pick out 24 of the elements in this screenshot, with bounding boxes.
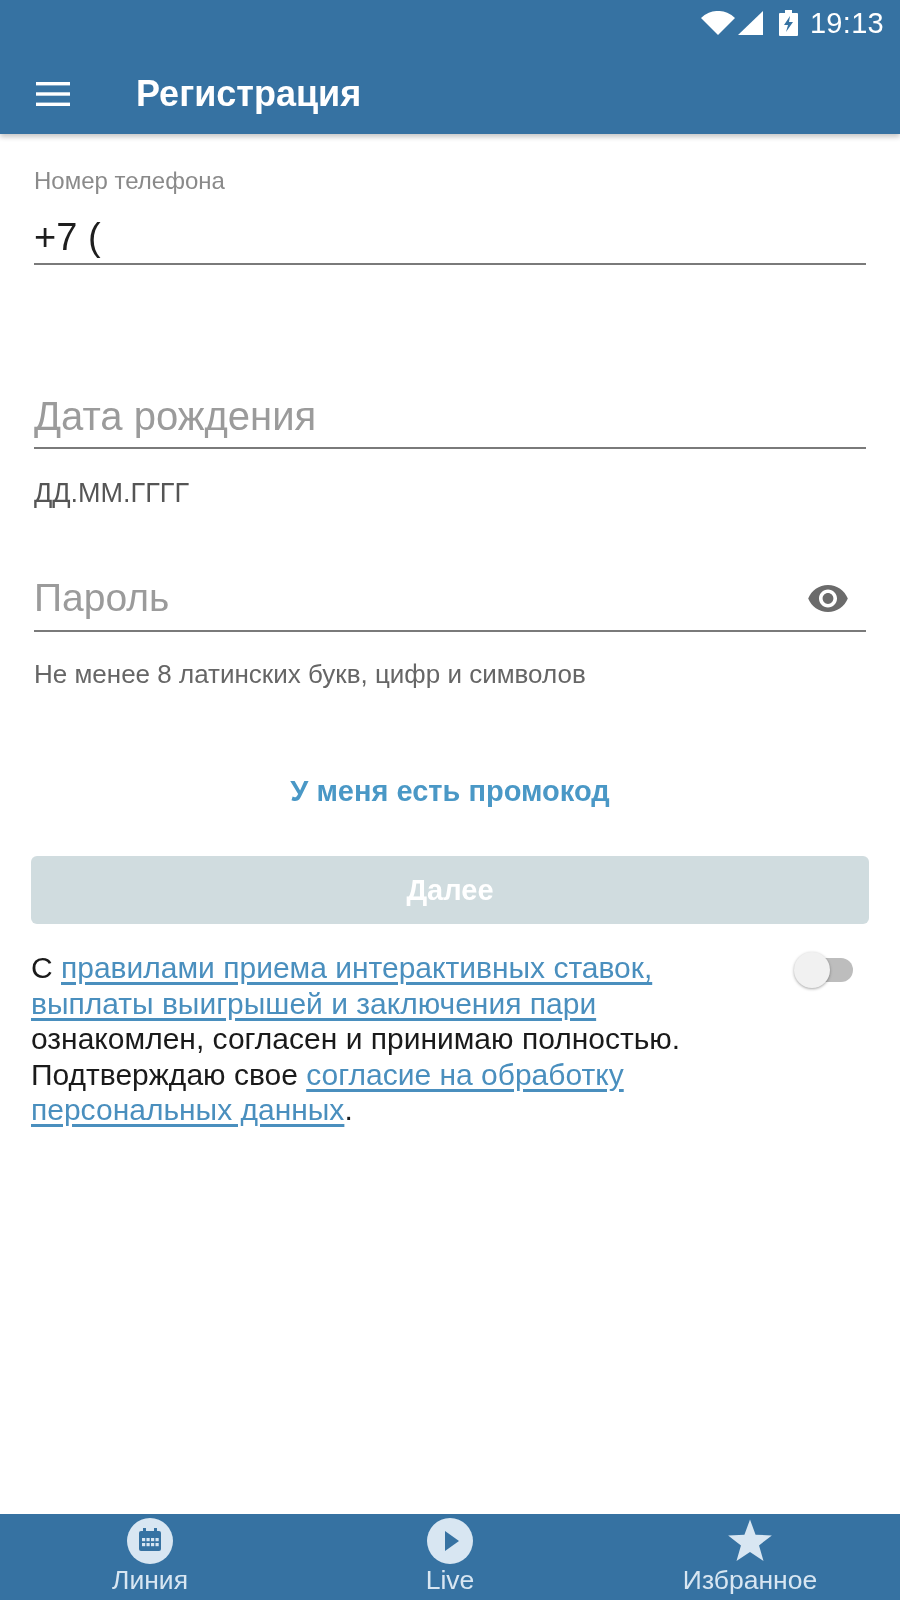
promo-code-link[interactable]: У меня есть промокод bbox=[290, 774, 610, 808]
phone-field[interactable]: +7 ( bbox=[34, 215, 866, 265]
calendar-icon bbox=[127, 1518, 173, 1564]
helper-text: ДД.ММ.ГГГГ bbox=[34, 478, 191, 508]
menu-icon[interactable] bbox=[36, 82, 70, 106]
agree-switch[interactable] bbox=[794, 952, 853, 988]
wifi-icon bbox=[700, 11, 735, 35]
field-label: Номер телефона bbox=[34, 167, 226, 195]
play-icon bbox=[427, 1518, 473, 1564]
eye-icon[interactable] bbox=[808, 585, 848, 612]
date-field[interactable]: Дата рождения bbox=[34, 393, 866, 449]
status-time: 19:13 bbox=[809, 7, 884, 39]
nav-item[interactable]: Избранное bbox=[682, 1514, 818, 1600]
terms-link[interactable]: согласие на обработку bbox=[306, 1057, 624, 1091]
helper-text: Не менее 8 латинских букв, цифр и символов bbox=[34, 659, 587, 689]
nav-item[interactable]: Линия bbox=[112, 1514, 188, 1600]
signal-icon bbox=[737, 11, 763, 35]
battery-icon bbox=[778, 10, 798, 36]
terms-text: С правилами приема интерактивных ставок, выплаты выигрышей и заключения пари ознакомлен, согласен и принимаю полностью. Подтверждаю свое согласие на обработку персональных данных. bbox=[31, 950, 682, 1128]
terms-link[interactable]: выплаты выигрышей и заключения пари bbox=[31, 986, 597, 1020]
screen-title: Регистрация bbox=[136, 73, 362, 115]
terms-link[interactable]: правилами приема интерактивных ставок, bbox=[61, 951, 653, 984]
terms-link[interactable]: персональных данных bbox=[31, 1093, 345, 1126]
nav-item[interactable]: Live bbox=[425, 1514, 475, 1600]
